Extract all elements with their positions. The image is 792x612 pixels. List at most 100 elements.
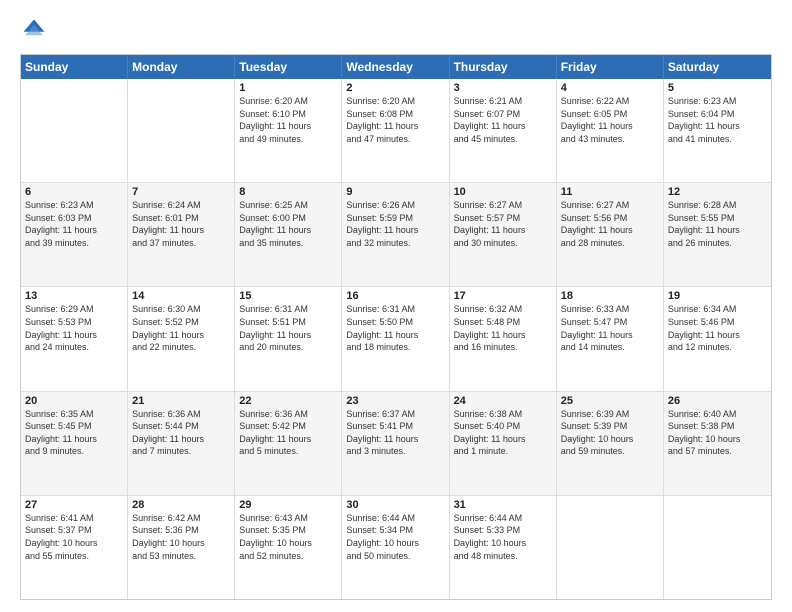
day-number: 19 bbox=[668, 290, 767, 302]
cell-line: Sunrise: 6:33 AM bbox=[561, 303, 659, 316]
cell-line: Sunrise: 6:36 AM bbox=[132, 408, 230, 421]
cal-header-cell: Friday bbox=[557, 55, 664, 79]
cell-line: Sunrise: 6:41 AM bbox=[25, 512, 123, 525]
cell-line: Sunrise: 6:43 AM bbox=[239, 512, 337, 525]
cal-cell: 29Sunrise: 6:43 AMSunset: 5:35 PMDayligh… bbox=[235, 496, 342, 599]
cell-line: and 57 minutes. bbox=[668, 445, 767, 458]
cell-line: and 7 minutes. bbox=[132, 445, 230, 458]
day-number: 27 bbox=[25, 499, 123, 511]
logo bbox=[20, 16, 52, 44]
cell-line: and 32 minutes. bbox=[346, 237, 444, 250]
cell-line: Sunrise: 6:32 AM bbox=[454, 303, 552, 316]
cal-header-cell: Wednesday bbox=[342, 55, 449, 79]
cal-header-cell: Tuesday bbox=[235, 55, 342, 79]
cell-line: Sunrise: 6:27 AM bbox=[561, 199, 659, 212]
cell-line: Daylight: 11 hours bbox=[561, 224, 659, 237]
cell-line: Sunrise: 6:37 AM bbox=[346, 408, 444, 421]
cell-line: Sunset: 5:40 PM bbox=[454, 420, 552, 433]
cell-line: and 24 minutes. bbox=[25, 341, 123, 354]
day-number: 1 bbox=[239, 82, 337, 94]
cell-line: and 47 minutes. bbox=[346, 133, 444, 146]
cell-line: Daylight: 11 hours bbox=[454, 329, 552, 342]
cell-line: and 1 minute. bbox=[454, 445, 552, 458]
cell-line: and 49 minutes. bbox=[239, 133, 337, 146]
day-number: 16 bbox=[346, 290, 444, 302]
day-number: 25 bbox=[561, 395, 659, 407]
cell-line: and 12 minutes. bbox=[668, 341, 767, 354]
calendar-body: 1Sunrise: 6:20 AMSunset: 6:10 PMDaylight… bbox=[21, 79, 771, 599]
day-number: 30 bbox=[346, 499, 444, 511]
cell-line: Sunset: 6:03 PM bbox=[25, 212, 123, 225]
cal-cell: 10Sunrise: 6:27 AMSunset: 5:57 PMDayligh… bbox=[450, 183, 557, 286]
cal-row: 13Sunrise: 6:29 AMSunset: 5:53 PMDayligh… bbox=[21, 286, 771, 390]
cell-line: Daylight: 11 hours bbox=[668, 224, 767, 237]
cell-line: Sunset: 5:44 PM bbox=[132, 420, 230, 433]
cal-cell bbox=[128, 79, 235, 182]
cell-line: Daylight: 10 hours bbox=[561, 433, 659, 446]
cell-line: Sunset: 5:41 PM bbox=[346, 420, 444, 433]
day-number: 17 bbox=[454, 290, 552, 302]
cal-cell bbox=[21, 79, 128, 182]
cell-line: Daylight: 11 hours bbox=[668, 329, 767, 342]
cell-line: Sunrise: 6:29 AM bbox=[25, 303, 123, 316]
day-number: 13 bbox=[25, 290, 123, 302]
cal-cell: 16Sunrise: 6:31 AMSunset: 5:50 PMDayligh… bbox=[342, 287, 449, 390]
day-number: 20 bbox=[25, 395, 123, 407]
day-number: 2 bbox=[346, 82, 444, 94]
cal-cell: 18Sunrise: 6:33 AMSunset: 5:47 PMDayligh… bbox=[557, 287, 664, 390]
cell-line: Sunset: 6:07 PM bbox=[454, 108, 552, 121]
cal-cell: 13Sunrise: 6:29 AMSunset: 5:53 PMDayligh… bbox=[21, 287, 128, 390]
day-number: 11 bbox=[561, 186, 659, 198]
cell-line: and 3 minutes. bbox=[346, 445, 444, 458]
cell-line: and 45 minutes. bbox=[454, 133, 552, 146]
day-number: 10 bbox=[454, 186, 552, 198]
day-number: 24 bbox=[454, 395, 552, 407]
cal-row: 1Sunrise: 6:20 AMSunset: 6:10 PMDaylight… bbox=[21, 79, 771, 182]
cell-line: and 26 minutes. bbox=[668, 237, 767, 250]
cell-line: Sunset: 5:33 PM bbox=[454, 524, 552, 537]
cal-cell: 15Sunrise: 6:31 AMSunset: 5:51 PMDayligh… bbox=[235, 287, 342, 390]
day-number: 22 bbox=[239, 395, 337, 407]
cal-cell: 24Sunrise: 6:38 AMSunset: 5:40 PMDayligh… bbox=[450, 392, 557, 495]
cell-line: and 55 minutes. bbox=[25, 550, 123, 563]
cell-line: Daylight: 10 hours bbox=[454, 537, 552, 550]
cell-line: Daylight: 11 hours bbox=[346, 433, 444, 446]
cal-cell: 23Sunrise: 6:37 AMSunset: 5:41 PMDayligh… bbox=[342, 392, 449, 495]
cell-line: Sunset: 6:05 PM bbox=[561, 108, 659, 121]
cell-line: Sunset: 5:38 PM bbox=[668, 420, 767, 433]
cal-header-cell: Sunday bbox=[21, 55, 128, 79]
cell-line: and 59 minutes. bbox=[561, 445, 659, 458]
cell-line: and 18 minutes. bbox=[346, 341, 444, 354]
day-number: 15 bbox=[239, 290, 337, 302]
cell-line: Daylight: 10 hours bbox=[346, 537, 444, 550]
cell-line: Sunrise: 6:28 AM bbox=[668, 199, 767, 212]
day-number: 26 bbox=[668, 395, 767, 407]
day-number: 8 bbox=[239, 186, 337, 198]
cell-line: Daylight: 10 hours bbox=[132, 537, 230, 550]
cell-line: and 20 minutes. bbox=[239, 341, 337, 354]
cal-cell: 26Sunrise: 6:40 AMSunset: 5:38 PMDayligh… bbox=[664, 392, 771, 495]
cal-cell: 1Sunrise: 6:20 AMSunset: 6:10 PMDaylight… bbox=[235, 79, 342, 182]
cell-line: Daylight: 11 hours bbox=[454, 120, 552, 133]
cell-line: Sunrise: 6:27 AM bbox=[454, 199, 552, 212]
cell-line: Sunset: 5:42 PM bbox=[239, 420, 337, 433]
day-number: 29 bbox=[239, 499, 337, 511]
cal-cell: 11Sunrise: 6:27 AMSunset: 5:56 PMDayligh… bbox=[557, 183, 664, 286]
cell-line: Sunset: 5:55 PM bbox=[668, 212, 767, 225]
cell-line: Sunrise: 6:44 AM bbox=[454, 512, 552, 525]
day-number: 14 bbox=[132, 290, 230, 302]
day-number: 23 bbox=[346, 395, 444, 407]
cell-line: Sunset: 6:01 PM bbox=[132, 212, 230, 225]
cal-cell: 6Sunrise: 6:23 AMSunset: 6:03 PMDaylight… bbox=[21, 183, 128, 286]
cell-line: Daylight: 11 hours bbox=[239, 224, 337, 237]
cell-line: Sunset: 5:50 PM bbox=[346, 316, 444, 329]
cal-cell: 7Sunrise: 6:24 AMSunset: 6:01 PMDaylight… bbox=[128, 183, 235, 286]
day-number: 21 bbox=[132, 395, 230, 407]
cell-line: Sunset: 5:45 PM bbox=[25, 420, 123, 433]
cell-line: Daylight: 11 hours bbox=[25, 329, 123, 342]
cell-line: and 16 minutes. bbox=[454, 341, 552, 354]
cell-line: Daylight: 11 hours bbox=[346, 224, 444, 237]
cal-cell: 17Sunrise: 6:32 AMSunset: 5:48 PMDayligh… bbox=[450, 287, 557, 390]
cell-line: Sunrise: 6:25 AM bbox=[239, 199, 337, 212]
cell-line: Sunrise: 6:22 AM bbox=[561, 95, 659, 108]
